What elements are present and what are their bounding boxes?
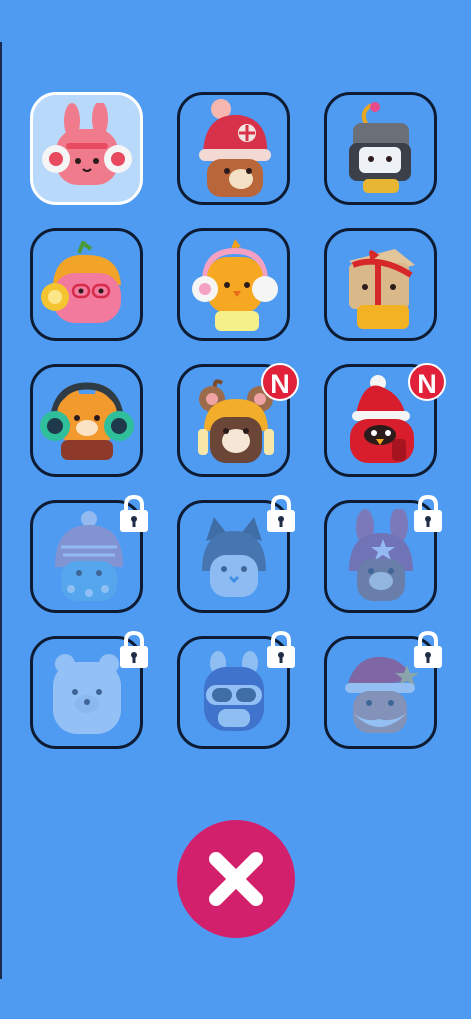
character-tile-cat-hood[interactable]	[177, 495, 295, 613]
character-tile-bunny-star[interactable]	[324, 495, 442, 613]
bear-teal-headphones-icon	[39, 381, 134, 460]
gift-box-ribbon-icon	[348, 248, 415, 329]
character-tile-gift-box[interactable]	[324, 228, 437, 341]
yellow-chick-pink-headphones-icon	[191, 238, 278, 331]
lock-icon	[120, 495, 148, 532]
lock-icon	[267, 495, 295, 532]
screen-edge-line	[0, 42, 2, 979]
close-button[interactable]	[177, 820, 295, 938]
character-tile-chick[interactable]	[177, 228, 290, 341]
lock-icon	[414, 631, 442, 668]
character-tile-mouse-hood[interactable]: N	[177, 363, 299, 477]
character-tile-santa[interactable]	[324, 631, 442, 749]
robot-antenna-icon	[348, 101, 411, 193]
lock-icon	[414, 495, 442, 532]
pink-bunny-headphones-icon	[41, 102, 132, 185]
character-tile-pink-blob[interactable]	[30, 228, 143, 341]
bear-red-beanie-icon	[198, 98, 271, 197]
close-icon	[209, 852, 263, 906]
lock-icon	[267, 631, 295, 668]
character-tile-goggles-critter[interactable]	[177, 631, 295, 749]
pink-blob-yellow-headphones-icon	[40, 240, 121, 323]
character-tile-pink-bunny[interactable]	[30, 92, 143, 205]
character-tile-robot[interactable]	[324, 92, 437, 205]
character-tile-bear-headphones[interactable]	[30, 364, 143, 477]
character-tile-bird-santa[interactable]: N	[324, 363, 446, 477]
character-tile-penguin-knit[interactable]	[30, 495, 148, 613]
lock-icon	[120, 631, 148, 668]
character-tile-polar-bear[interactable]	[30, 631, 148, 749]
character-tile-bear-beanie[interactable]	[177, 92, 290, 205]
new-badge: N	[408, 363, 446, 401]
new-badge: N	[261, 363, 299, 401]
